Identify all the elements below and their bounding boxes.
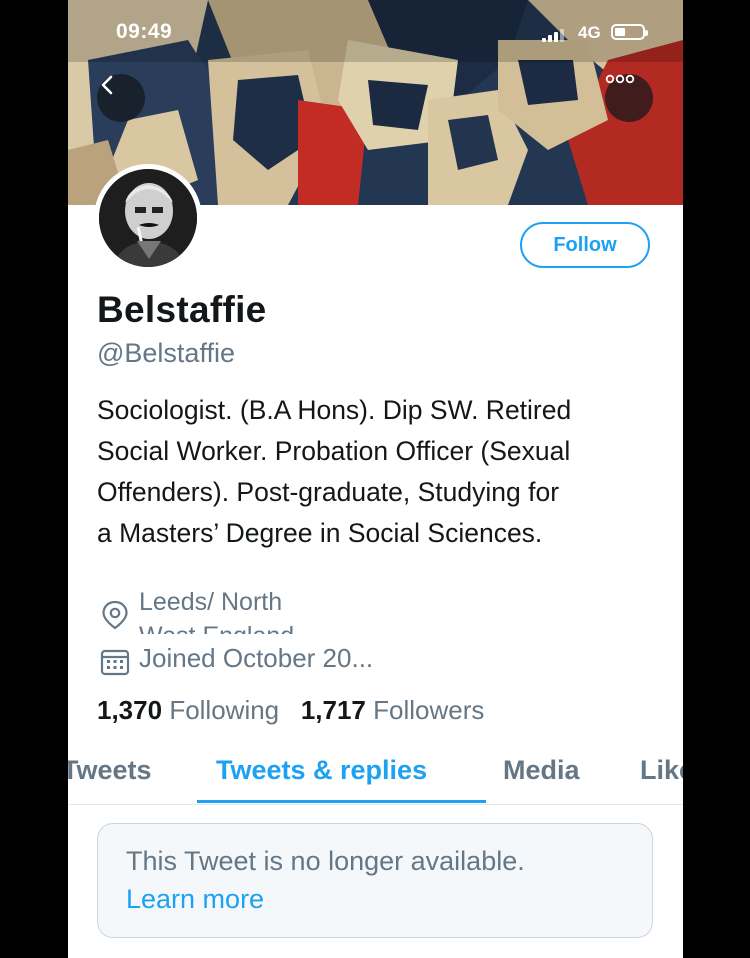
joined-text: Joined October 20... — [139, 643, 374, 673]
following-label: Following — [169, 695, 280, 725]
followers-label: Followers — [373, 695, 485, 725]
more-options-button[interactable] — [605, 74, 653, 122]
unavailable-tweet-notice: This Tweet is no longer available. Learn… — [97, 823, 653, 938]
avatar-image — [99, 169, 197, 267]
status-bar: 09:49 4G — [68, 0, 683, 62]
notice-text: This Tweet is no longer available. — [126, 846, 525, 876]
learn-more-link[interactable]: Learn more — [126, 880, 624, 918]
more-horizontal-icon — [605, 74, 635, 84]
following-count: 1,370 — [97, 695, 163, 725]
status-time: 09:49 — [116, 20, 173, 43]
follow-button[interactable]: Follow — [520, 222, 650, 268]
tab-tweets[interactable]: Tweets — [68, 755, 152, 786]
chevron-left-icon — [101, 75, 113, 95]
network-type: 4G — [578, 23, 601, 42]
followers-count: 1,717 — [300, 695, 366, 725]
bio: Sociologist. (B.A Hons). Dip SW. Retired… — [97, 395, 572, 548]
avatar[interactable] — [94, 164, 202, 272]
profile-screen: 09:49 4G Follow Belstaffie @Belstaffie S… — [68, 0, 683, 958]
signal-icon — [542, 28, 566, 42]
display-name: Belstaffie — [97, 289, 267, 330]
handle: @Belstaffie — [97, 338, 235, 368]
followers-link[interactable]: 1,717 Followers — [301, 695, 485, 725]
active-tab-indicator — [197, 800, 486, 803]
profile-tabs: Tweets Tweets & replies Media Likes — [68, 745, 683, 805]
follow-stats: 1,370 Following 1,717 Followers — [97, 695, 484, 726]
location-text: Leeds/ North West England — [139, 592, 294, 634]
calendar-icon — [100, 649, 130, 676]
location: Leeds/ North West England — [97, 592, 397, 634]
battery-icon — [611, 24, 648, 40]
tab-media[interactable]: Media — [503, 755, 580, 786]
tab-tweets-replies[interactable]: Tweets & replies — [216, 755, 427, 786]
back-button[interactable] — [97, 74, 145, 122]
location-pin-icon — [102, 600, 128, 630]
following-link[interactable]: 1,370 Following — [97, 695, 279, 725]
tab-likes[interactable]: Likes — [640, 755, 683, 786]
